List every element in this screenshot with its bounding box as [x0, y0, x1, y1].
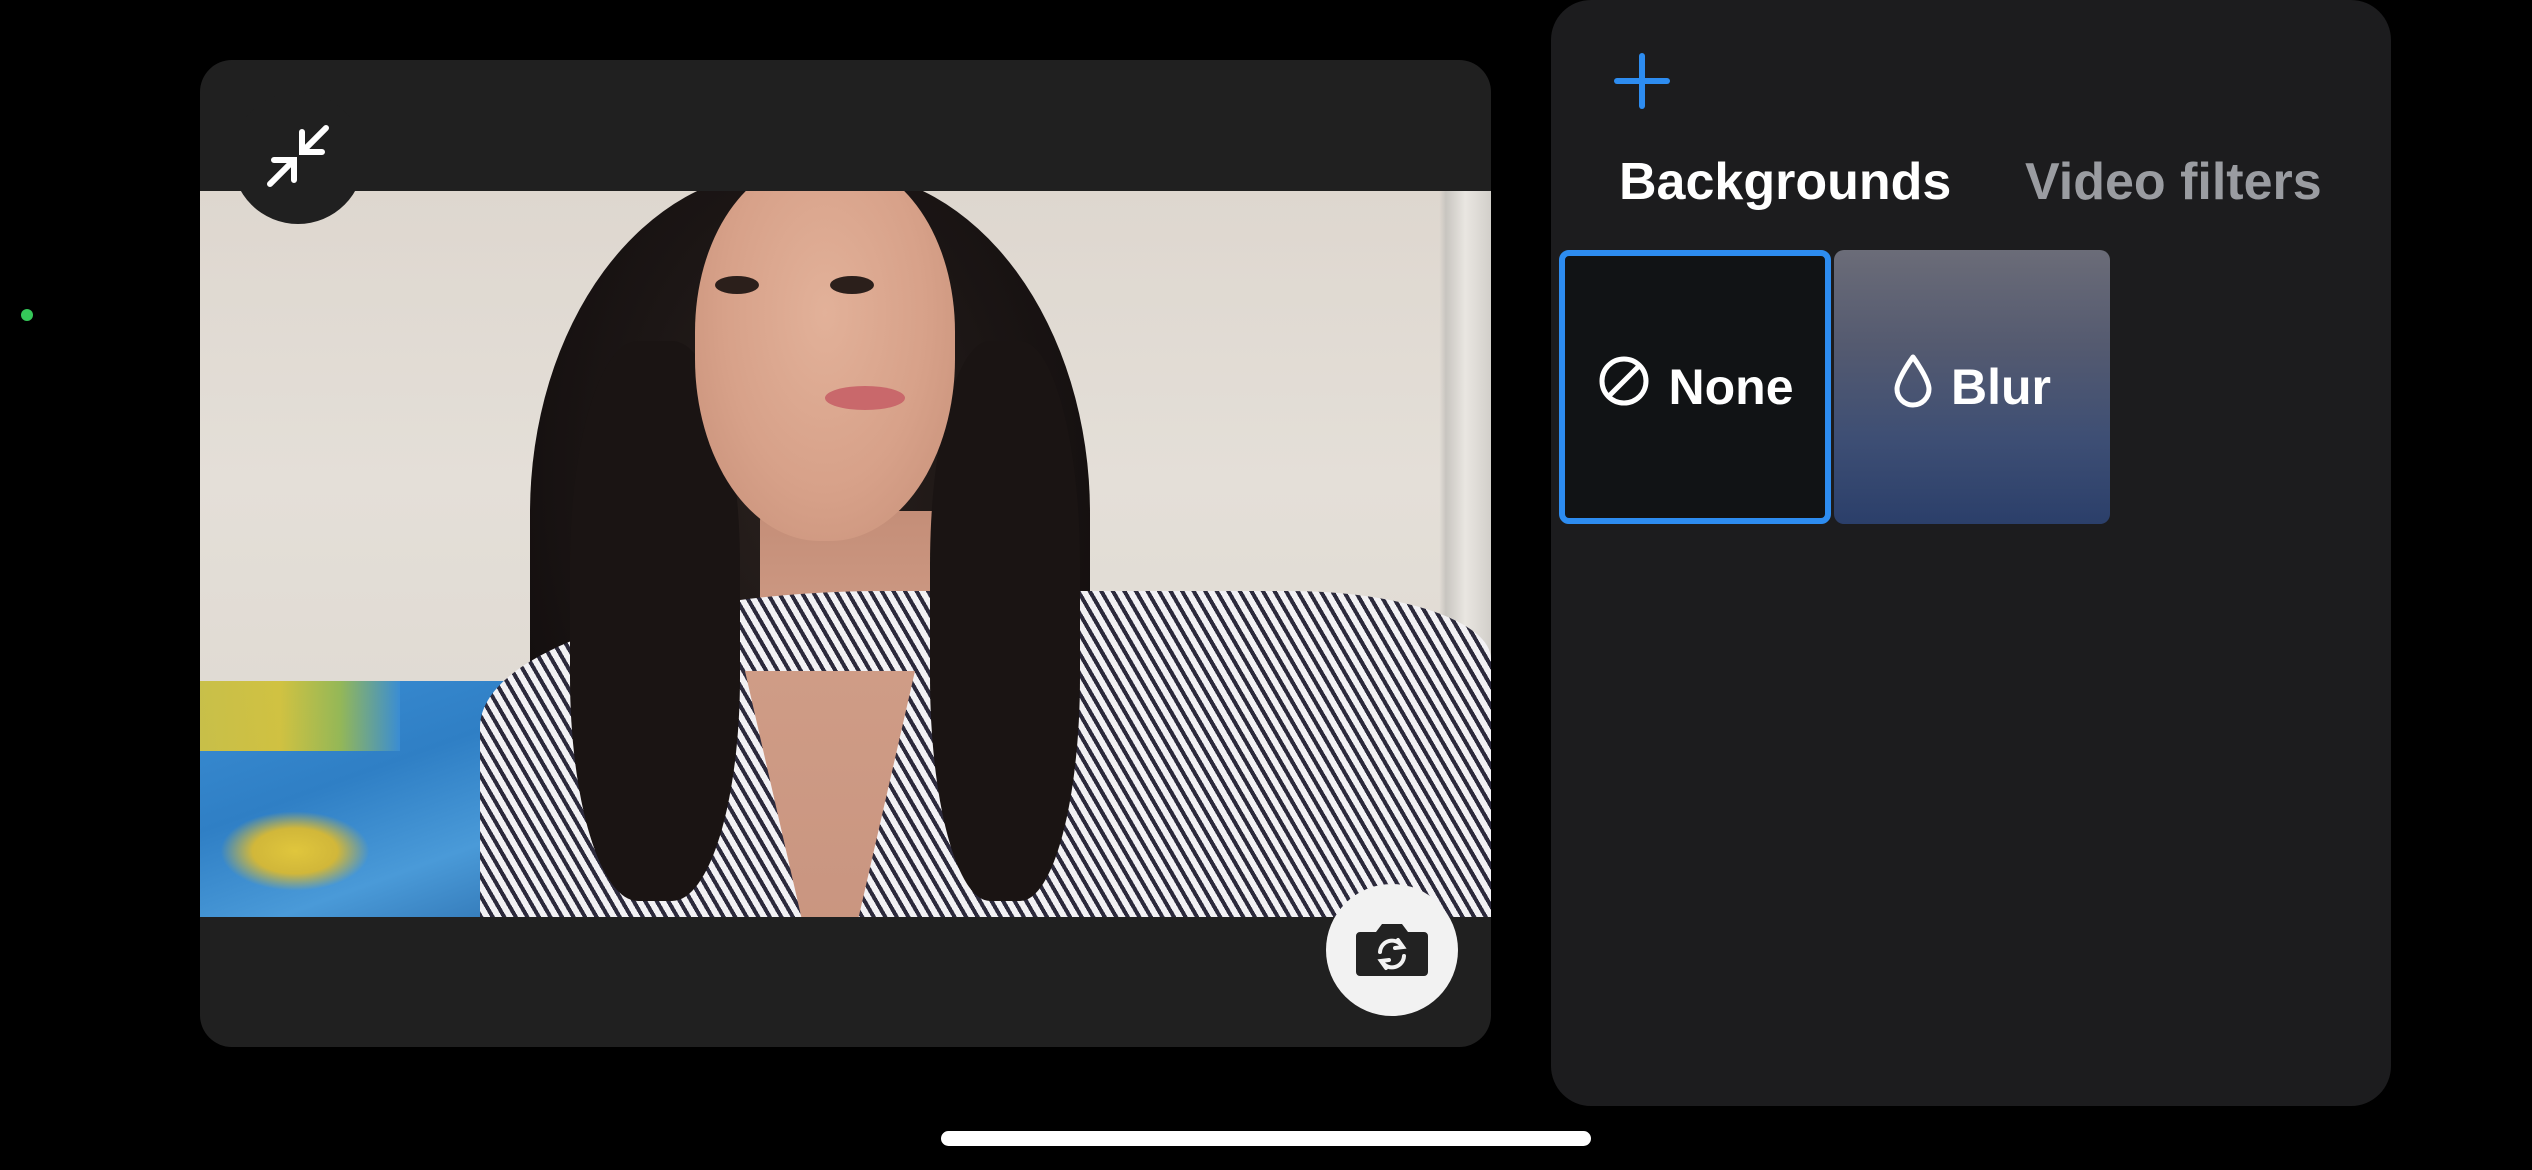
tab-backgrounds[interactable]: Backgrounds [1619, 152, 1951, 212]
camera-rotate-icon [1354, 916, 1430, 985]
recording-indicator-dot [21, 309, 33, 321]
option-label: None [1668, 359, 1794, 415]
arrows-inward-icon [258, 116, 338, 201]
background-option-none[interactable]: None [1559, 250, 1831, 524]
effects-panel: Backgrounds Video filters None Blur [1551, 0, 2391, 1106]
plus-icon [1613, 52, 1671, 115]
tab-video-filters[interactable]: Video filters [2025, 152, 2322, 212]
prohibited-icon [1597, 354, 1651, 420]
minimize-video-button[interactable] [232, 92, 364, 224]
background-option-blur[interactable]: Blur [1834, 250, 2110, 524]
flip-camera-button[interactable] [1326, 884, 1458, 1016]
droplet-icon [1893, 353, 1933, 421]
option-label: Blur [1951, 359, 2051, 415]
add-background-button[interactable] [1611, 52, 1673, 114]
home-indicator[interactable] [941, 1131, 1591, 1146]
self-view-panel [200, 60, 1491, 1047]
camera-preview [200, 191, 1491, 917]
